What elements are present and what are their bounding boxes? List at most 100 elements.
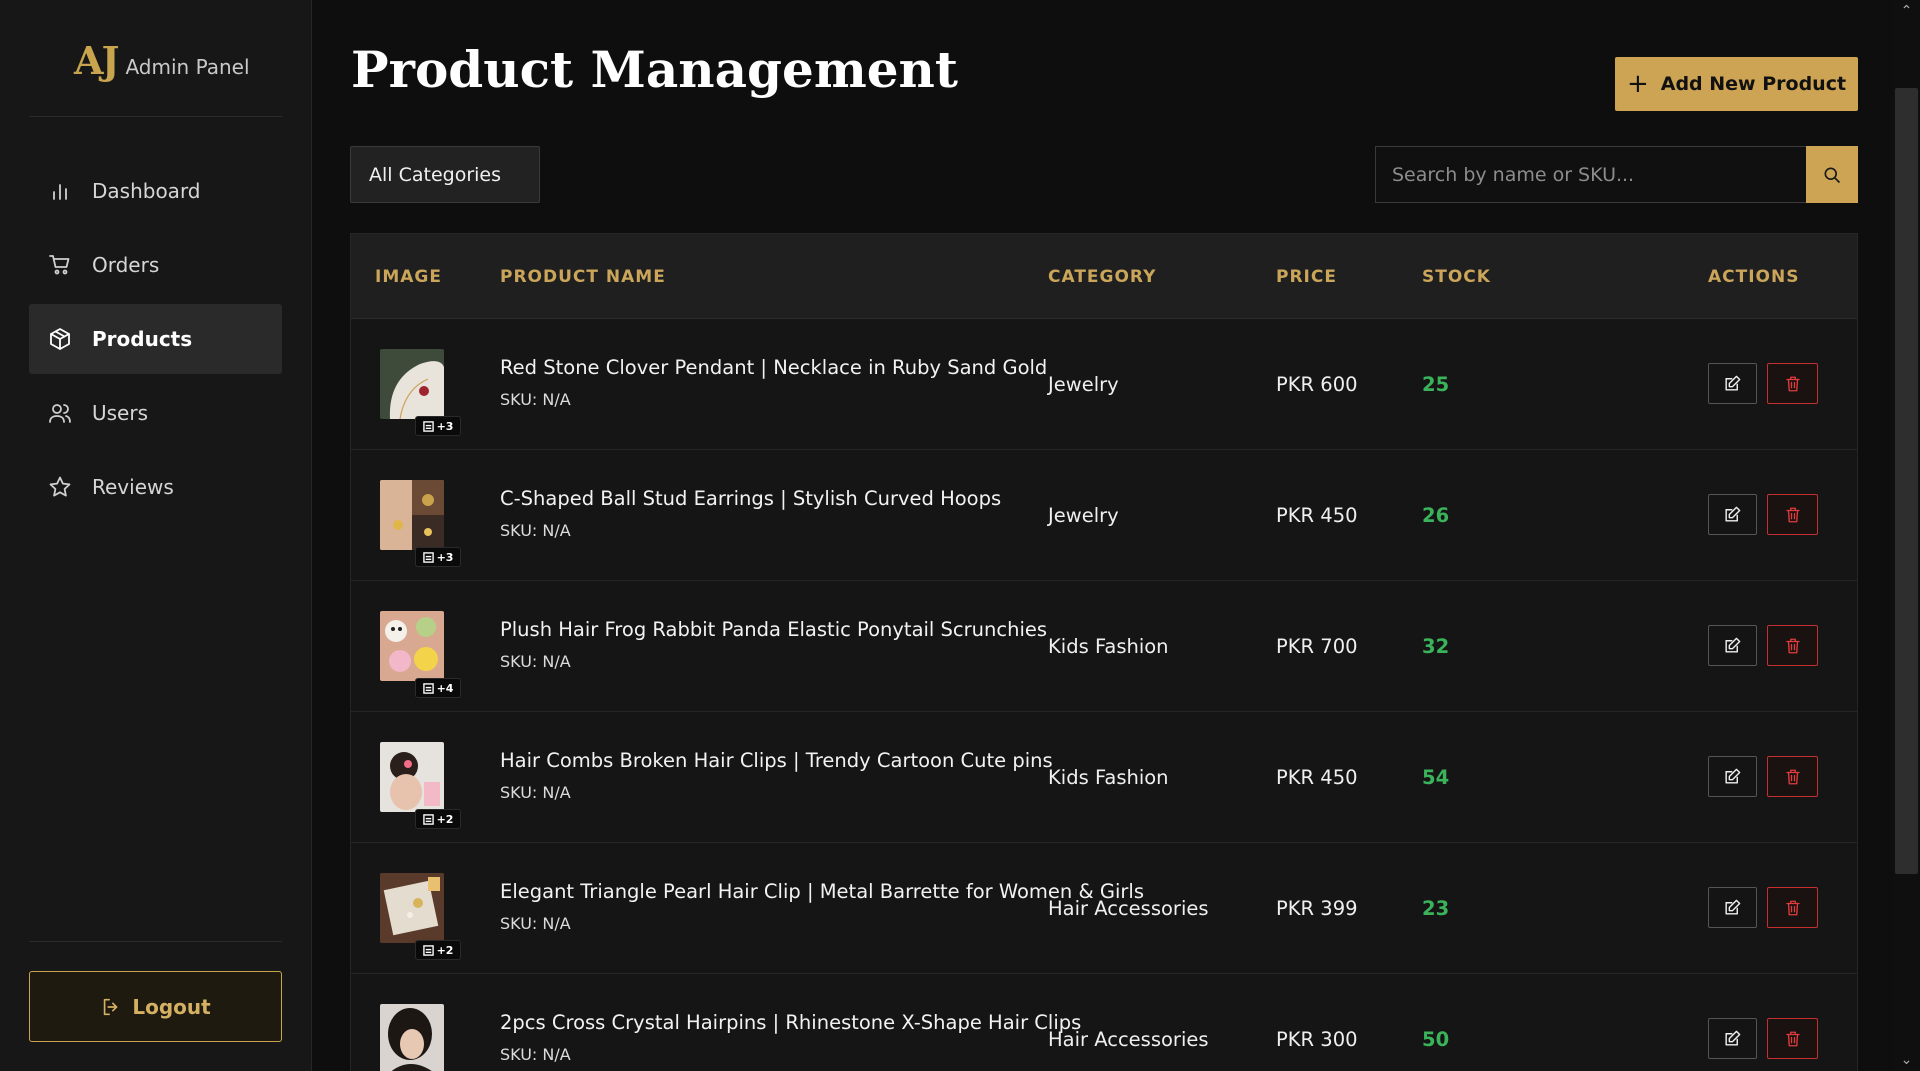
main-content: Product Management + Add New Product All… — [313, 0, 1893, 1071]
sidebar-item-label: Dashboard — [92, 179, 201, 203]
sidebar-item-dashboard[interactable]: Dashboard — [29, 156, 282, 226]
image-count-badge: +2 — [415, 809, 461, 829]
logout-button[interactable]: Logout — [29, 971, 282, 1042]
logout-label: Logout — [132, 994, 211, 1019]
table-row[interactable]: +2 Elegant Triangle Pearl Hair Clip | Me… — [351, 843, 1857, 974]
product-sku: SKU: N/A — [500, 390, 571, 409]
add-product-button[interactable]: + Add New Product — [1615, 57, 1858, 111]
sidebar-item-orders[interactable]: Orders — [29, 230, 282, 300]
product-thumbnail[interactable] — [380, 1004, 444, 1071]
product-stock: 25 — [1422, 372, 1450, 396]
product-price: PKR 300 — [1276, 1027, 1358, 1051]
plus-icon: + — [1626, 69, 1649, 99]
product-thumbnail[interactable] — [380, 349, 444, 419]
product-sku: SKU: N/A — [500, 652, 571, 671]
table-row[interactable]: +3 Red Stone Clover Pendant | Necklace i… — [351, 319, 1857, 450]
add-product-label: Add New Product — [1660, 73, 1847, 95]
sidebar-item-label: Reviews — [92, 475, 174, 499]
images-icon — [422, 551, 434, 563]
table-header: IMAGE PRODUCT NAME CATEGORY PRICE STOCK … — [351, 234, 1857, 319]
product-stock: 23 — [1422, 896, 1450, 920]
sidebar-nav: Dashboard Orders Products Users Reviews — [29, 156, 282, 526]
delete-button[interactable] — [1767, 363, 1818, 404]
table-row[interactable]: +3 C-Shaped Ball Stud Earrings | Stylish… — [351, 450, 1857, 581]
box-icon — [47, 326, 73, 352]
column-header-price[interactable]: PRICE — [1276, 234, 1337, 319]
image-count-badge: +3 — [415, 547, 461, 567]
product-price: PKR 700 — [1276, 634, 1358, 658]
edit-button[interactable] — [1708, 1018, 1757, 1059]
search-bar — [1375, 146, 1858, 203]
trash-icon — [1785, 769, 1800, 784]
product-name: 2pcs Cross Crystal Hairpins | Rhinestone… — [500, 1011, 1082, 1034]
divider — [29, 941, 282, 942]
edit-button[interactable] — [1708, 625, 1757, 666]
product-thumbnail[interactable] — [380, 480, 444, 550]
product-category: Kids Fashion — [1048, 634, 1169, 658]
product-category: Kids Fashion — [1048, 765, 1169, 789]
column-header-actions: ACTIONS — [1708, 266, 1800, 287]
edit-icon — [1725, 637, 1741, 653]
edit-button[interactable] — [1708, 494, 1757, 535]
product-price: PKR 450 — [1276, 503, 1358, 527]
table-row[interactable]: +4 Plush Hair Frog Rabbit Panda Elastic … — [351, 581, 1857, 712]
table-row[interactable]: 2pcs Cross Crystal Hairpins | Rhinestone… — [351, 974, 1857, 1071]
scrollbar-thumb[interactable] — [1895, 88, 1918, 874]
delete-button[interactable] — [1767, 494, 1818, 535]
delete-button[interactable] — [1767, 1018, 1818, 1059]
column-header-name[interactable]: PRODUCT NAME — [500, 234, 666, 319]
trash-icon — [1785, 638, 1800, 653]
product-thumbnail[interactable] — [380, 611, 444, 681]
product-name: Hair Combs Broken Hair Clips | Trendy Ca… — [500, 749, 1053, 772]
edit-icon — [1725, 506, 1741, 522]
edit-button[interactable] — [1708, 887, 1757, 928]
edit-button[interactable] — [1708, 363, 1757, 404]
edit-icon — [1725, 375, 1741, 391]
trash-icon — [1785, 1031, 1800, 1046]
product-price: PKR 399 — [1276, 896, 1358, 920]
product-thumbnail[interactable] — [380, 742, 444, 812]
product-sku: SKU: N/A — [500, 914, 571, 933]
table-row[interactable]: +2 Hair Combs Broken Hair Clips | Trendy… — [351, 712, 1857, 843]
image-count-badge: +2 — [415, 940, 461, 960]
sidebar-item-reviews[interactable]: Reviews — [29, 452, 282, 522]
product-sku: SKU: N/A — [500, 783, 571, 802]
category-select[interactable]: All Categories — [350, 146, 540, 203]
search-input[interactable] — [1375, 146, 1806, 203]
sidebar-item-label: Users — [92, 401, 149, 425]
column-header-category[interactable]: CATEGORY — [1048, 234, 1156, 319]
page-title: Product Management — [351, 40, 958, 99]
sidebar-item-users[interactable]: Users — [29, 378, 282, 448]
product-stock: 54 — [1422, 765, 1450, 789]
edit-icon — [1725, 899, 1741, 915]
delete-button[interactable] — [1767, 887, 1818, 928]
product-sku: SKU: N/A — [500, 521, 571, 540]
edit-button[interactable] — [1708, 756, 1757, 797]
brand-logo: AJ — [74, 38, 119, 83]
column-header-stock[interactable]: STOCK — [1422, 234, 1491, 319]
image-count: +3 — [436, 419, 454, 433]
search-icon — [1824, 167, 1841, 183]
brand[interactable]: AJ Admin Panel — [74, 38, 250, 83]
product-name: C-Shaped Ball Stud Earrings | Stylish Cu… — [500, 487, 1002, 510]
delete-button[interactable] — [1767, 756, 1818, 797]
search-button[interactable] — [1806, 146, 1858, 203]
image-count: +4 — [436, 681, 454, 695]
sidebar: AJ Admin Panel Dashboard Orders Products… — [0, 0, 312, 1071]
product-thumbnail[interactable] — [380, 873, 444, 943]
edit-icon — [1725, 768, 1741, 784]
sidebar-item-products[interactable]: Products — [29, 304, 282, 374]
product-category: Hair Accessories — [1048, 1027, 1209, 1051]
trash-icon — [1785, 376, 1800, 391]
products-table: IMAGE PRODUCT NAME CATEGORY PRICE STOCK … — [350, 233, 1858, 1071]
star-icon — [47, 474, 73, 500]
users-icon — [47, 400, 73, 426]
scroll-up-arrow[interactable]: ⌃ — [1893, 0, 1920, 22]
image-count: +2 — [436, 943, 454, 957]
scroll-down-arrow[interactable]: ⌄ — [1893, 1049, 1920, 1071]
product-stock: 32 — [1422, 634, 1450, 658]
page-scrollbar[interactable]: ⌃ ⌄ — [1893, 0, 1920, 1071]
divider — [29, 116, 282, 117]
image-count: +2 — [436, 812, 454, 826]
delete-button[interactable] — [1767, 625, 1818, 666]
